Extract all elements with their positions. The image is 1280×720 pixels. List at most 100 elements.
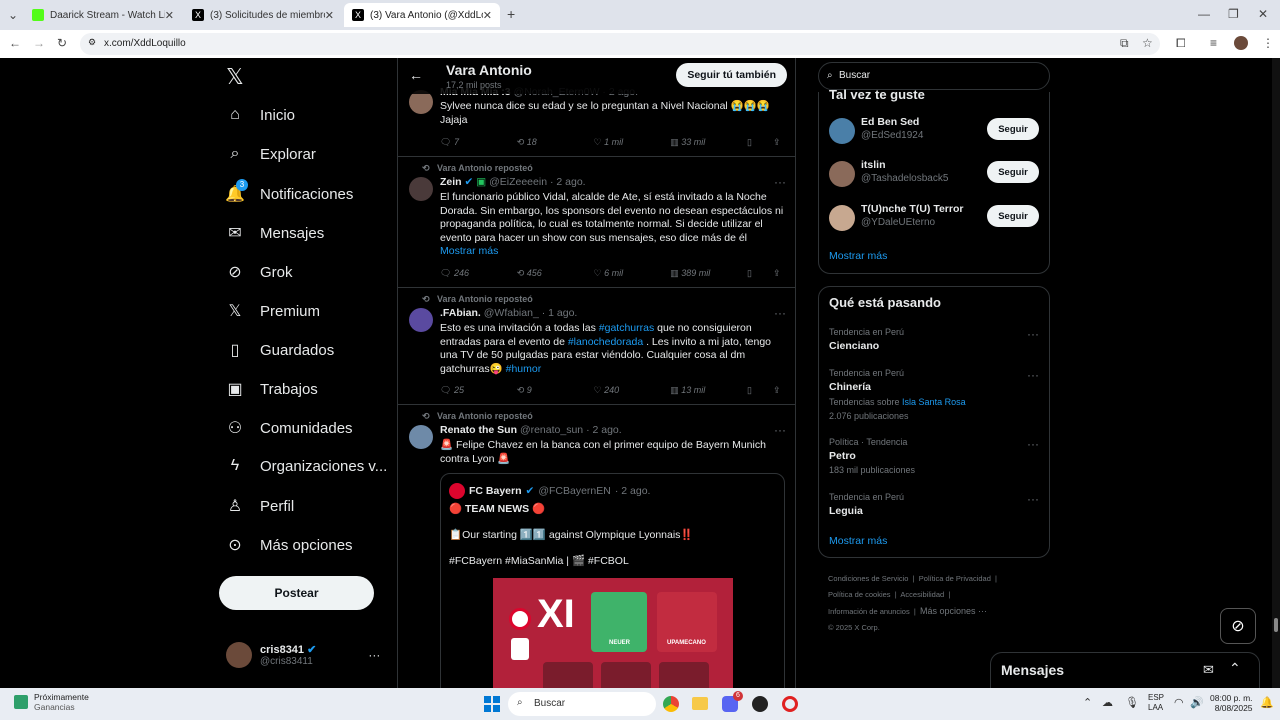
lineup-image[interactable]: XI NEUER UPAMECANO <box>493 578 733 688</box>
grok-floating-button[interactable]: ⊘ <box>1220 608 1256 644</box>
reload-icon[interactable]: ↻ <box>57 36 67 50</box>
trend-item[interactable]: Política · Tendencia Petro 183 mil publi… <box>819 435 1049 479</box>
account-switcher[interactable]: cris8341 ✔ @cris83411 ··· <box>226 642 380 668</box>
opera-icon[interactable] <box>782 696 798 712</box>
close-icon[interactable]: ✕ <box>483 9 492 22</box>
author-name[interactable]: Renato the Sun <box>440 424 517 436</box>
clock[interactable]: 08:00 p. m. 8/08/2025 <box>1210 693 1253 713</box>
sidebar-item-inicio[interactable]: ⌂ Inicio <box>224 106 295 124</box>
author-handle[interactable]: @EiZeeeein <box>489 176 547 188</box>
volume-icon[interactable]: 🔊 <box>1190 696 1204 709</box>
sidebar-item-trabajos[interactable]: ▣ Trabajos <box>224 379 317 399</box>
like-button[interactable]: ♡ 1 mil <box>594 137 671 148</box>
follow-button[interactable]: Seguir <box>987 118 1039 140</box>
more-options-icon[interactable]: ··· <box>774 306 786 320</box>
more-options-icon[interactable]: ··· <box>1027 437 1039 451</box>
share-icon[interactable]: ⇪ <box>773 268 785 279</box>
tab-stream[interactable]: Daarick Stream - Watch Live on ✕ <box>24 3 182 27</box>
views-button[interactable]: ▥ 33 mil <box>670 137 747 148</box>
quote-tweet[interactable]: FC Bayern ✔ @FCBayernEN · 2 ago. 🔴 TEAM … <box>440 473 785 688</box>
microphone-icon[interactable]: 🎙 <box>1125 696 1139 709</box>
show-more-link[interactable]: Mostrar más <box>829 535 887 547</box>
tab-profile[interactable]: X (3) Vara Antonio (@XddLoquill ✕ <box>344 3 500 27</box>
follow-back-button[interactable]: Seguir tú también <box>676 63 787 87</box>
chrome-icon[interactable] <box>663 696 679 712</box>
quote-author-handle[interactable]: @FCBayernEN <box>538 485 611 497</box>
show-more-link[interactable]: Mostrar más <box>829 250 887 262</box>
more-options-icon[interactable]: ··· <box>1027 492 1039 506</box>
views-button[interactable]: ▥ 13 mil <box>670 385 747 396</box>
extensions-icon[interactable]: ⧠ <box>1176 36 1186 51</box>
like-button[interactable]: ♡ 240 <box>594 385 671 396</box>
footer-link[interactable]: Información de anuncios <box>828 607 910 616</box>
avatar[interactable] <box>409 177 433 201</box>
trend-item[interactable]: Tendencia en Perú Chinería Tendencias so… <box>819 366 1049 422</box>
author-name[interactable]: .FAbian. <box>440 307 481 319</box>
sidebar-item-grok[interactable]: ⊘ Grok <box>224 262 292 282</box>
scrollbar[interactable] <box>1272 58 1280 688</box>
reply-button[interactable]: 🗨 246 <box>440 268 517 279</box>
forward-icon[interactable]: → <box>33 36 45 50</box>
footer-link[interactable]: Condiciones de Servicio <box>828 574 908 583</box>
avatar[interactable] <box>409 308 433 332</box>
close-icon[interactable]: ✕ <box>325 9 334 22</box>
sidebar-item-perfil[interactable]: ♙ Perfil <box>224 496 294 516</box>
notifications-icon[interactable]: 🔔 <box>1260 696 1274 709</box>
follow-suggestion[interactable]: Ed Ben Sed @EdSed1924 Seguir <box>819 114 1049 154</box>
bookmark-icon[interactable]: ▯ <box>747 385 773 396</box>
scrollbar-thumb[interactable] <box>1274 618 1278 632</box>
wifi-icon[interactable]: ◠ <box>1174 696 1184 709</box>
sidebar-item-notificaciones[interactable]: 🔔 3 Notificaciones <box>224 179 353 204</box>
chevron-up-icon[interactable]: ⌃ <box>1083 696 1092 709</box>
more-options-icon[interactable]: ··· <box>1027 368 1039 382</box>
tweet[interactable]: ⟲ Vara Antonio reposteó Zein ✔ ▣ @EiZeee… <box>398 157 795 288</box>
new-message-icon[interactable]: ✉ <box>1203 662 1214 678</box>
like-button[interactable]: ♡ 6 mil <box>594 268 671 279</box>
back-arrow-icon[interactable]: ← <box>409 67 423 83</box>
sidebar-item-explorar[interactable]: ⌕ Explorar <box>224 145 316 163</box>
follow-button[interactable]: Seguir <box>987 205 1039 227</box>
views-button[interactable]: ▥ 389 mil <box>670 268 747 279</box>
post-button[interactable]: Postear <box>219 576 374 610</box>
windows-start-icon[interactable] <box>484 696 500 712</box>
footer-link[interactable]: Política de Privacidad <box>919 574 991 583</box>
search-input[interactable]: ⌕ Buscar <box>818 62 1050 90</box>
tweet-time[interactable]: · 1 ago. <box>542 307 578 319</box>
share-icon[interactable]: ⇪ <box>773 137 785 148</box>
more-icon[interactable]: ··· <box>368 648 380 662</box>
more-options-icon[interactable]: ··· <box>774 423 786 437</box>
cloud-icon[interactable]: ☁ <box>1102 696 1113 709</box>
taskbar-search[interactable]: ⌕ Buscar <box>508 692 656 716</box>
footer-more-link[interactable]: Más opciones ··· <box>920 606 987 616</box>
messages-drawer[interactable]: Mensajes ✉ ⌃ <box>990 652 1260 688</box>
sidebar-item-premium[interactable]: 𝕏 Premium <box>224 301 320 321</box>
star-icon[interactable]: ☆ <box>1142 36 1153 50</box>
sidebar-item-mensajes[interactable]: ✉ Mensajes <box>224 223 324 243</box>
close-window-button[interactable]: ✕ <box>1258 7 1268 21</box>
hashtag-link[interactable]: #gatchurras <box>599 322 654 334</box>
tweet-time[interactable]: · 2 ago. <box>586 424 622 436</box>
bookmark-icon[interactable]: ▯ <box>747 268 773 279</box>
expand-icon[interactable]: ⌃ <box>1229 660 1241 677</box>
repost-button[interactable]: ⟲ 18 <box>517 137 594 148</box>
hashtag-link[interactable]: #humor <box>506 363 542 375</box>
author-handle[interactable]: @Wfabian_ <box>484 307 539 319</box>
tweet-time[interactable]: · 2 ago. <box>550 176 586 188</box>
more-options-icon[interactable]: ··· <box>774 175 786 189</box>
trend-item[interactable]: Tendencia en Perú Cienciano ··· <box>819 325 1049 359</box>
follow-suggestion[interactable]: itslin @Tashadelosback5 Seguir <box>819 157 1049 197</box>
steam-icon[interactable] <box>752 696 768 712</box>
author-name[interactable]: Zein <box>440 176 462 188</box>
quote-author-name[interactable]: FC Bayern <box>469 485 522 497</box>
footer-link[interactable]: Política de cookies <box>828 590 891 599</box>
sidebar-item-comunidades[interactable]: ⚇ Comunidades <box>224 418 353 438</box>
repost-button[interactable]: ⟲ 9 <box>517 385 594 396</box>
tab-solicitudes[interactable]: X (3) Solicitudes de miembros / X ✕ <box>184 3 342 27</box>
minimize-button[interactable]: — <box>1198 7 1210 21</box>
install-app-icon[interactable]: ⧉ <box>1120 36 1129 51</box>
bookmark-icon[interactable]: ▯ <box>747 137 773 148</box>
trend-related-link[interactable]: Isla Santa Rosa <box>902 397 966 407</box>
footer-link[interactable]: Accesibilidad <box>900 590 944 599</box>
media-icon[interactable]: ≡ <box>1210 36 1217 50</box>
sidebar-item-guardados[interactable]: ▯ Guardados <box>224 340 335 360</box>
